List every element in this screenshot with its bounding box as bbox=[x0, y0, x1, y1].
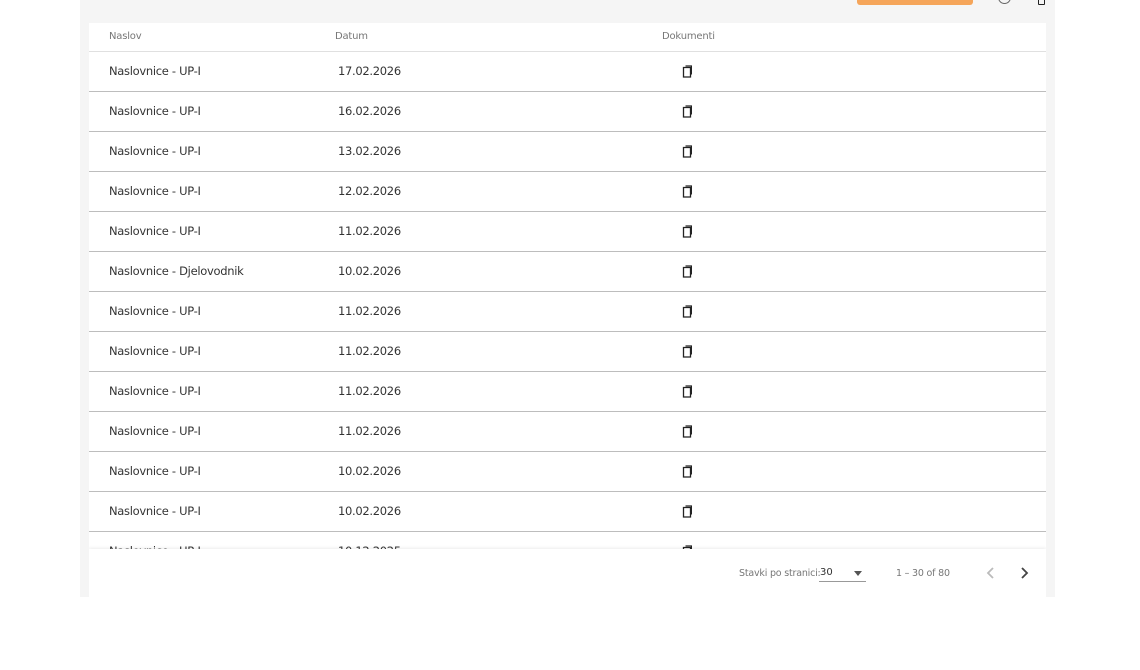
row-title: Naslovnice - UP-I bbox=[109, 224, 201, 238]
column-header-documents: Dokumenti bbox=[662, 31, 715, 42]
row-title: Naslovnice - UP-I bbox=[109, 464, 201, 478]
row-date: 16.02.2026 bbox=[338, 104, 401, 118]
document-copy-icon[interactable] bbox=[682, 463, 693, 478]
row-title: Naslovnice - UP-I bbox=[109, 64, 201, 78]
row-title: Naslovnice - UP-I bbox=[109, 504, 201, 518]
table-row[interactable]: Naslovnice - UP-I 17.02.2026 bbox=[89, 52, 1046, 92]
row-title: Naslovnice - UP-I bbox=[109, 344, 201, 358]
document-copy-icon[interactable] bbox=[682, 223, 693, 238]
table-body: Naslovnice - UP-I 17.02.2026 Naslovnice - … bbox=[89, 52, 1046, 549]
table-row[interactable]: Naslovnice - UP-I10.12.2025 bbox=[89, 532, 1046, 549]
items-per-page-label: Stavki po stranici: bbox=[739, 568, 821, 579]
table-row[interactable]: Naslovnice - UP-I 11.02.2026 bbox=[89, 372, 1046, 412]
table-row[interactable]: Naslovnice - UP-I 11.02.2026 bbox=[89, 292, 1046, 332]
row-date: 10.02.2026 bbox=[338, 264, 401, 278]
previous-page-button[interactable] bbox=[981, 563, 1001, 583]
row-date: 13.02.2026 bbox=[338, 144, 401, 158]
table-row[interactable]: Naslovnice - UP-I 11.02.2026 bbox=[89, 412, 1046, 452]
document-copy-icon[interactable] bbox=[682, 303, 693, 318]
menu-icon[interactable] bbox=[1038, 0, 1045, 5]
page-range-label: 1 – 30 of 80 bbox=[896, 568, 950, 579]
document-copy-icon[interactable] bbox=[682, 383, 693, 398]
chevron-right-icon bbox=[1021, 567, 1029, 579]
document-copy-icon[interactable] bbox=[682, 343, 693, 358]
table-header: Naslov Datum Dokumenti bbox=[89, 23, 1046, 52]
row-date: 11.02.2026 bbox=[338, 304, 401, 318]
column-header-title[interactable]: Naslov bbox=[109, 31, 142, 42]
row-date: 17.02.2026 bbox=[338, 64, 401, 78]
document-copy-icon[interactable] bbox=[682, 183, 693, 198]
row-title: Naslovnice - UP-I bbox=[109, 104, 201, 118]
table-row[interactable]: Naslovnice - UP-I 13.02.2026 bbox=[89, 132, 1046, 172]
row-title: Naslovnice - Djelovodnik bbox=[109, 264, 244, 278]
row-date: 11.02.2026 bbox=[338, 224, 401, 238]
row-date: 10.02.2026 bbox=[338, 464, 401, 478]
row-date: 11.02.2026 bbox=[338, 384, 401, 398]
table-row[interactable]: Naslovnice - UP-I 11.02.2026 bbox=[89, 332, 1046, 372]
table-row[interactable]: Naslovnice - UP-I 10.02.2026 bbox=[89, 452, 1046, 492]
next-page-button[interactable] bbox=[1014, 563, 1034, 583]
row-date: 10.02.2026 bbox=[338, 504, 401, 518]
table-row[interactable]: Naslovnice - UP-I 10.02.2026 bbox=[89, 492, 1046, 532]
column-header-date[interactable]: Datum bbox=[335, 31, 368, 42]
document-copy-icon[interactable] bbox=[682, 503, 693, 518]
items-per-page-select[interactable]: 30 bbox=[819, 565, 866, 582]
row-title: Naslovnice - UP-I bbox=[109, 144, 201, 158]
row-title: Naslovnice - UP-I bbox=[109, 384, 201, 398]
document-copy-icon[interactable] bbox=[682, 423, 693, 438]
document-copy-icon[interactable] bbox=[682, 143, 693, 158]
row-title: Naslovnice - UP-I bbox=[109, 304, 201, 318]
content-panel: Naslov Datum Dokumenti Naslovnice - UP-I… bbox=[80, 0, 1055, 597]
row-date: 11.02.2026 bbox=[338, 344, 401, 358]
items-per-page-value: 30 bbox=[820, 567, 833, 578]
help-icon[interactable] bbox=[998, 0, 1011, 4]
row-date: 11.02.2026 bbox=[338, 424, 401, 438]
table-row[interactable]: Naslovnice - Djelovodnik 10.02.2026 bbox=[89, 252, 1046, 292]
chevron-left-icon bbox=[986, 567, 994, 579]
paginator: Stavki po stranici: 30 1 – 30 of 80 bbox=[89, 549, 1046, 597]
table-row[interactable]: Naslovnice - UP-I 16.02.2026 bbox=[89, 92, 1046, 132]
table-row[interactable]: Naslovnice - UP-I 12.02.2026 bbox=[89, 172, 1046, 212]
primary-action-button[interactable] bbox=[857, 0, 973, 5]
dropdown-arrow-icon bbox=[854, 571, 862, 576]
document-copy-icon[interactable] bbox=[682, 263, 693, 278]
row-date: 12.02.2026 bbox=[338, 184, 401, 198]
document-copy-icon[interactable] bbox=[682, 63, 693, 78]
document-copy-icon[interactable] bbox=[682, 103, 693, 118]
table-row[interactable]: Naslovnice - UP-I 11.02.2026 bbox=[89, 212, 1046, 252]
row-title: Naslovnice - UP-I bbox=[109, 424, 201, 438]
row-title: Naslovnice - UP-I bbox=[109, 184, 201, 198]
documents-table-card: Naslov Datum Dokumenti Naslovnice - UP-I… bbox=[89, 23, 1046, 597]
